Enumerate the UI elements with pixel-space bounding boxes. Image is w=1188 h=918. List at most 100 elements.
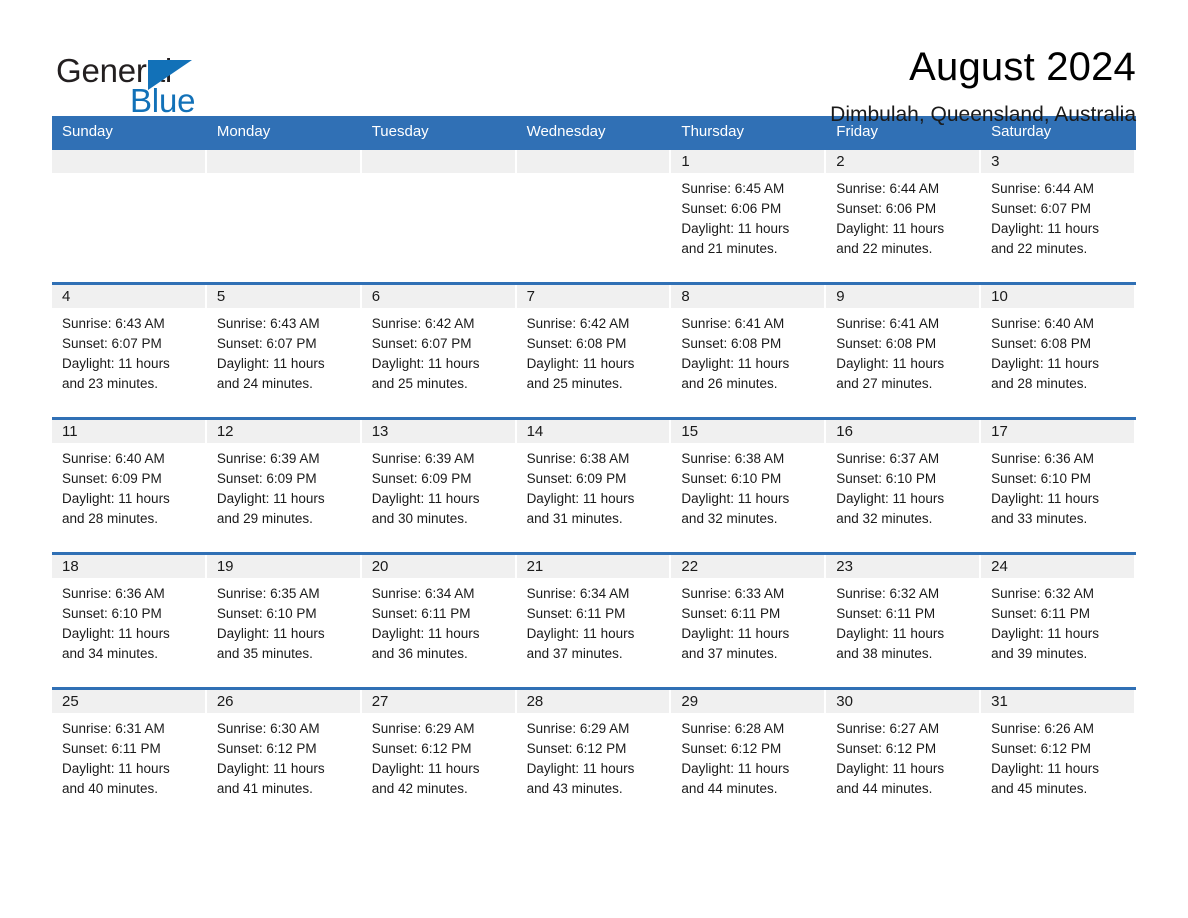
day-cell[interactable]: 29 Sunrise: 6:28 AM Sunset: 6:12 PM Dayl… [671,689,827,812]
day-number: 5 [206,284,362,308]
general-blue-logo[interactable]: General Blue [52,44,252,117]
day-cell[interactable]: 12 Sunrise: 6:39 AM Sunset: 6:09 PM Dayl… [206,419,362,542]
day-number: 20 [361,554,517,578]
day-cell[interactable]: 28 Sunrise: 6:29 AM Sunset: 6:12 PM Dayl… [516,689,672,812]
day-number: 7 [516,284,672,308]
sunset-text: Sunset: 6:09 PM [371,470,472,486]
day-cell[interactable]: 24 Sunrise: 6:32 AM Sunset: 6:11 PM Dayl… [981,554,1136,677]
week-row: 11 Sunrise: 6:40 AM Sunset: 6:09 PM Dayl… [52,416,1136,542]
sunset-text: Sunset: 6:11 PM [991,605,1090,621]
sunset-text: Sunset: 6:10 PM [681,470,782,486]
day-cell[interactable]: 15 Sunrise: 6:38 AM Sunset: 6:10 PM Dayl… [671,419,827,542]
day-cell[interactable]: 18 Sunrise: 6:36 AM Sunset: 6:10 PM Dayl… [52,554,207,677]
daylight-text-line1: Daylight: 11 hours [836,625,945,641]
sunrise-text: Sunrise: 6:33 AM [681,585,785,601]
daylight-text-line1: Daylight: 11 hours [62,760,170,776]
day-details [517,173,672,179]
sunrise-text: Sunrise: 6:40 AM [991,315,1094,331]
day-cell[interactable]: 9 Sunrise: 6:41 AM Sunset: 6:08 PM Dayli… [826,284,982,407]
weekday-header-thursday: Thursday [681,123,744,140]
sunrise-text: Sunrise: 6:26 AM [991,720,1094,736]
day-number: 26 [206,689,362,713]
day-details: Sunrise: 6:28 AM Sunset: 6:12 PM Dayligh… [671,713,826,799]
day-cell[interactable]: 21 Sunrise: 6:34 AM Sunset: 6:11 PM Dayl… [516,554,672,677]
day-cell[interactable]: 3 Sunrise: 6:44 AM Sunset: 6:07 PM Dayli… [981,149,1136,272]
sunrise-text: Sunrise: 6:43 AM [216,315,320,331]
week-row: 1 Sunrise: 6:45 AM Sunset: 6:06 PM Dayli… [52,149,1136,272]
day-cell[interactable]: 8 Sunrise: 6:41 AM Sunset: 6:08 PM Dayli… [671,284,827,407]
daylight-text-line2: and 44 minutes. [681,780,778,796]
day-cell[interactable]: 6 Sunrise: 6:42 AM Sunset: 6:07 PM Dayli… [361,284,517,407]
daylight-text-line1: Daylight: 11 hours [371,355,480,371]
day-cell[interactable]: 10 Sunrise: 6:40 AM Sunset: 6:08 PM Dayl… [981,284,1136,407]
sunrise-text: Sunrise: 6:28 AM [681,720,785,736]
day-cell[interactable]: 26 Sunrise: 6:30 AM Sunset: 6:12 PM Dayl… [206,689,362,812]
day-cell[interactable]: 2 Sunrise: 6:44 AM Sunset: 6:06 PM Dayli… [826,149,982,272]
weekday-header-sunday: Sunday [62,123,113,140]
day-cell[interactable]: 5 Sunrise: 6:43 AM Sunset: 6:07 PM Dayli… [206,284,362,407]
daylight-text-line1: Daylight: 11 hours [216,625,325,641]
day-cell[interactable] [361,149,517,272]
day-cell[interactable]: 22 Sunrise: 6:33 AM Sunset: 6:11 PM Dayl… [671,554,827,677]
week-row: 4 Sunrise: 6:43 AM Sunset: 6:07 PM Dayli… [52,281,1136,407]
day-cell[interactable]: 7 Sunrise: 6:42 AM Sunset: 6:08 PM Dayli… [516,284,672,407]
day-cell[interactable] [516,149,672,272]
daylight-text-line2: and 38 minutes. [836,645,933,661]
sunset-text: Sunset: 6:12 PM [836,740,937,756]
sunrise-text: Sunrise: 6:30 AM [216,720,320,736]
day-number: 4 [52,284,207,308]
day-cell[interactable]: 1 Sunrise: 6:45 AM Sunset: 6:06 PM Dayli… [671,149,827,272]
daylight-text-line2: and 42 minutes. [371,780,468,796]
day-cell[interactable]: 30 Sunrise: 6:27 AM Sunset: 6:12 PM Dayl… [826,689,982,812]
sunset-text: Sunset: 6:12 PM [526,740,627,756]
day-number: 14 [516,419,672,443]
day-cell[interactable]: 17 Sunrise: 6:36 AM Sunset: 6:10 PM Dayl… [981,419,1136,542]
sunrise-text: Sunrise: 6:36 AM [991,450,1094,466]
day-cell[interactable]: 20 Sunrise: 6:34 AM Sunset: 6:11 PM Dayl… [361,554,517,677]
page-title: August 2024 [909,45,1136,89]
daylight-text-line2: and 25 minutes. [526,375,623,391]
day-number: 15 [671,419,827,443]
day-cell[interactable] [206,149,362,272]
day-cell[interactable]: 25 Sunrise: 6:31 AM Sunset: 6:11 PM Dayl… [52,689,207,812]
day-cell[interactable]: 23 Sunrise: 6:32 AM Sunset: 6:11 PM Dayl… [826,554,982,677]
day-number: 11 [52,419,207,443]
day-cell[interactable]: 13 Sunrise: 6:39 AM Sunset: 6:09 PM Dayl… [361,419,517,542]
daylight-text-line2: and 33 minutes. [991,510,1088,526]
daylight-text-line1: Daylight: 11 hours [216,355,325,371]
sunrise-text: Sunrise: 6:38 AM [526,450,630,466]
sunset-text: Sunset: 6:11 PM [62,740,161,756]
daylight-text-line2: and 40 minutes. [62,780,159,796]
daylight-text-line1: Daylight: 11 hours [526,355,635,371]
sunrise-text: Sunrise: 6:39 AM [216,450,320,466]
daylight-text-line1: Daylight: 11 hours [371,625,480,641]
sunrise-text: Sunrise: 6:42 AM [371,315,475,331]
day-details: Sunrise: 6:43 AM Sunset: 6:07 PM Dayligh… [52,308,207,394]
day-details: Sunrise: 6:32 AM Sunset: 6:11 PM Dayligh… [826,578,981,664]
day-number: 28 [516,689,672,713]
daylight-text-line2: and 28 minutes. [62,510,159,526]
day-cell[interactable]: 19 Sunrise: 6:35 AM Sunset: 6:10 PM Dayl… [206,554,362,677]
day-number: 25 [52,689,207,713]
sunrise-text: Sunrise: 6:42 AM [526,315,630,331]
sunrise-text: Sunrise: 6:32 AM [836,585,940,601]
daylight-text-line2: and 30 minutes. [371,510,468,526]
daylight-text-line2: and 21 minutes. [681,240,778,256]
day-cell[interactable]: 14 Sunrise: 6:38 AM Sunset: 6:09 PM Dayl… [516,419,672,542]
day-details: Sunrise: 6:34 AM Sunset: 6:11 PM Dayligh… [362,578,517,664]
sunrise-text: Sunrise: 6:37 AM [836,450,940,466]
day-number [361,149,517,173]
sunset-text: Sunset: 6:08 PM [836,335,937,351]
day-number: 18 [52,554,207,578]
day-cell[interactable] [52,149,207,272]
day-cell[interactable]: 16 Sunrise: 6:37 AM Sunset: 6:10 PM Dayl… [826,419,982,542]
day-details: Sunrise: 6:35 AM Sunset: 6:10 PM Dayligh… [207,578,362,664]
sunrise-text: Sunrise: 6:29 AM [526,720,630,736]
daylight-text-line2: and 44 minutes. [836,780,933,796]
day-cell[interactable]: 11 Sunrise: 6:40 AM Sunset: 6:09 PM Dayl… [52,419,207,542]
daylight-text-line1: Daylight: 11 hours [836,220,945,236]
day-cell[interactable]: 4 Sunrise: 6:43 AM Sunset: 6:07 PM Dayli… [52,284,207,407]
day-cell[interactable]: 31 Sunrise: 6:26 AM Sunset: 6:12 PM Dayl… [981,689,1136,812]
day-cell[interactable]: 27 Sunrise: 6:29 AM Sunset: 6:12 PM Dayl… [361,689,517,812]
day-details: Sunrise: 6:27 AM Sunset: 6:12 PM Dayligh… [826,713,981,799]
